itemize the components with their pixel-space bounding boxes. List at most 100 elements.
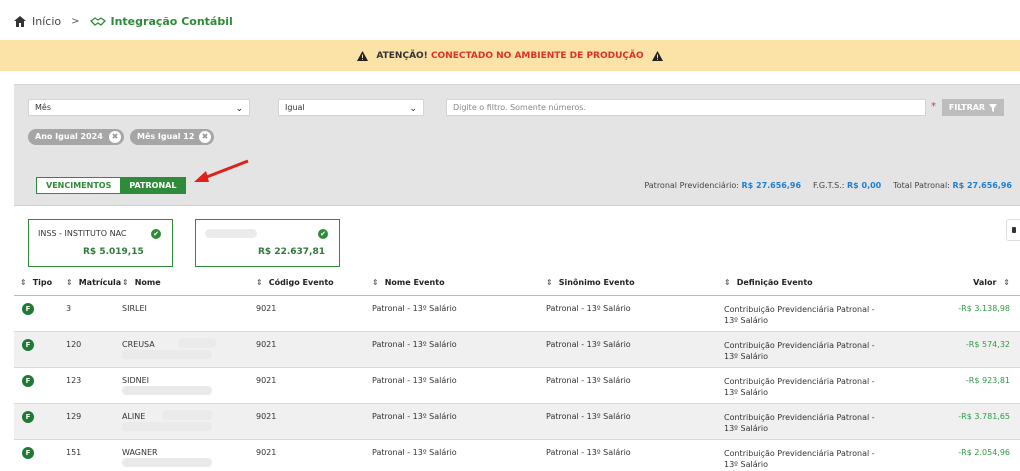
definicao-line: Contribuição Previdenciária Patronal - (724, 340, 875, 350)
breadcrumb-home[interactable]: Início (32, 15, 61, 28)
operator-select-value: Igual (285, 103, 305, 112)
alert-prefix: ATENÇÃO! (376, 50, 428, 61)
tab-vencimentos[interactable]: VENCIMENTOS (37, 178, 121, 193)
prev-total-label: Patronal Previdenciário: (644, 181, 739, 190)
definicao-line: Contribuição Previdenciária Patronal - (724, 412, 875, 422)
side-user-tab[interactable] (1006, 219, 1020, 241)
tipo-badge: F (22, 446, 34, 459)
card-title: INSS - INSTITUTO NAC (38, 229, 127, 238)
cell-sinonimo: Patronal - 13º Salário (546, 403, 724, 440)
chevron-down-icon: ⌄ (235, 104, 243, 114)
cell-definicao: Contribuição Previdenciária Patronal -13… (724, 295, 914, 332)
production-alert: ATENÇÃO! CONECTADO NO AMBIENTE DE PRODUÇ… (0, 40, 1020, 71)
cell-nome-text: WAGNER (122, 447, 158, 457)
col-nome-evento[interactable]: ⇕ Nome Evento (372, 271, 546, 296)
warning-icon (651, 50, 663, 61)
check-icon: ✔ (151, 229, 161, 239)
definicao-line: Contribuição Previdenciária Patronal - (724, 448, 875, 458)
redacted-name (122, 421, 212, 431)
tipo-badge: F (22, 302, 34, 315)
sort-icon: ⇕ (372, 278, 379, 288)
cell-sinonimo: Patronal - 13º Salário (546, 439, 724, 471)
tipo-badge: F (22, 374, 34, 387)
redacted-name (162, 409, 212, 420)
filter-input[interactable]: Digite o filtro. Somente números. (446, 99, 926, 116)
cell-nome: SIRLEI (122, 295, 256, 332)
table-row[interactable]: F 151 WAGNER 9021 Patronal - 13º Salário… (14, 439, 1020, 471)
col-valor[interactable]: Valor ⇕ (914, 271, 1020, 296)
cell-nome-evento: Patronal - 13º Salário (372, 439, 546, 471)
definicao-line: 13º Salário (724, 351, 769, 361)
table-row[interactable]: F 123 SIDNEI 9021 Patronal - 13º Salário… (14, 367, 1020, 404)
definicao-line: 13º Salário (724, 387, 769, 397)
prev-total-value: R$ 27.656,96 (741, 181, 802, 190)
cell-valor: -R$ 923,81 (914, 367, 1020, 404)
cell-sinonimo: Patronal - 13º Salário (546, 331, 724, 368)
col-definicao-evento[interactable]: ⇕ Definição Evento (724, 271, 914, 296)
cell-codigo: 9021 (256, 331, 372, 368)
totals-summary: Patronal Previdenciário: R$ 27.656,96 F.… (644, 181, 1012, 190)
redacted-name (178, 337, 216, 348)
check-icon: ✔ (318, 229, 328, 239)
cell-nome: WAGNER (122, 439, 256, 471)
sort-icon: ⇕ (66, 278, 73, 288)
tipo-badge: F (22, 410, 34, 423)
chevron-down-icon: ⌄ (409, 104, 417, 114)
cell-codigo: 9021 (256, 403, 372, 440)
definicao-line: 13º Salário (724, 459, 769, 469)
col-nome[interactable]: ⇕ Nome (122, 271, 256, 296)
patronal-total-value: R$ 27.656,96 (952, 181, 1012, 190)
table-row[interactable]: F 120 CREUSA 9021 Patronal - 13º Salário… (14, 331, 1020, 368)
col-matricula-label: Matrícula (78, 278, 122, 288)
tipo-badge: F (22, 338, 34, 351)
fgts-total-value: R$ 0,00 (847, 181, 882, 190)
definicao-line: 13º Salário (724, 423, 769, 433)
col-matricula[interactable]: ⇕ Matrícula (66, 271, 122, 296)
col-sinonimo-label: Sinônimo Evento (558, 278, 635, 288)
fgts-total-label: F.G.T.S.: (813, 181, 845, 190)
breadcrumb-current-label: Integração Contábil (110, 15, 233, 28)
home-icon[interactable] (14, 16, 26, 27)
breadcrumb: Início > Integração Contábil (14, 15, 233, 28)
filter-button-label: FILTRAR (948, 103, 986, 112)
summary-card-other[interactable]: ✔ R$ 22.637,81 (195, 219, 340, 267)
operator-select[interactable]: Igual ⌄ (278, 99, 424, 116)
cell-valor: -R$ 2.054,96 (914, 439, 1020, 471)
col-nome-evento-label: Nome Evento (384, 278, 445, 288)
table-row[interactable]: F 3 SIRLEI 9021 Patronal - 13º Salário P… (14, 295, 1020, 332)
col-definicao-label: Definição Evento (736, 278, 813, 288)
table-header-row: ⇕ Tipo ⇕ Matrícula ⇕ Nome ⇕ Código Evento ⇕ N… (14, 271, 1020, 296)
cell-sinonimo: Patronal - 13º Salário (546, 295, 724, 332)
filter-chip-month: Mês Igual 12 ✖ (130, 129, 214, 145)
cell-valor: -R$ 3.781,65 (914, 403, 1020, 440)
patronal-total-label: Total Patronal: (893, 181, 950, 190)
cell-definicao: Contribuição Previdenciária Patronal -13… (724, 331, 914, 368)
funnel-icon (989, 103, 998, 112)
sort-icon: ⇕ (122, 278, 129, 288)
field-select-value: Mês (35, 103, 51, 112)
cell-nome-evento: Patronal - 13º Salário (372, 403, 546, 440)
field-select[interactable]: Mês ⌄ (28, 99, 250, 116)
cell-definicao: Contribuição Previdenciária Patronal -13… (724, 403, 914, 440)
sort-icon: ⇕ (256, 278, 263, 288)
cell-codigo: 9021 (256, 439, 372, 471)
filter-button[interactable]: FILTRAR (942, 99, 1004, 116)
col-codigo-evento[interactable]: ⇕ Código Evento (256, 271, 372, 296)
cell-nome-text: CREUSA (122, 339, 155, 349)
col-sinonimo-evento[interactable]: ⇕ Sinônimo Evento (546, 271, 724, 296)
filter-chip-year: Ano Igual 2024 ✖ (28, 129, 124, 145)
red-arrow-annotation (194, 159, 249, 182)
tab-patronal[interactable]: PATRONAL (120, 178, 186, 193)
events-table: ⇕ Tipo ⇕ Matrícula ⇕ Nome ⇕ Código Evento ⇕ N… (14, 271, 1020, 471)
cell-sinonimo: Patronal - 13º Salário (546, 367, 724, 404)
redacted-name (122, 349, 212, 359)
col-codigo-label: Código Evento (268, 278, 334, 288)
col-tipo[interactable]: ⇕ Tipo (14, 271, 66, 296)
col-nome-label: Nome (134, 278, 161, 288)
remove-chip-icon[interactable]: ✖ (109, 131, 121, 143)
warning-icon (357, 50, 369, 61)
remove-chip-icon[interactable]: ✖ (199, 131, 211, 143)
table-row[interactable]: F 129 ALINE 9021 Patronal - 13º Salário … (14, 403, 1020, 440)
summary-card-inss[interactable]: INSS - INSTITUTO NAC ✔ R$ 5.019,15 (28, 219, 173, 267)
definicao-line: Contribuição Previdenciária Patronal - (724, 304, 875, 314)
